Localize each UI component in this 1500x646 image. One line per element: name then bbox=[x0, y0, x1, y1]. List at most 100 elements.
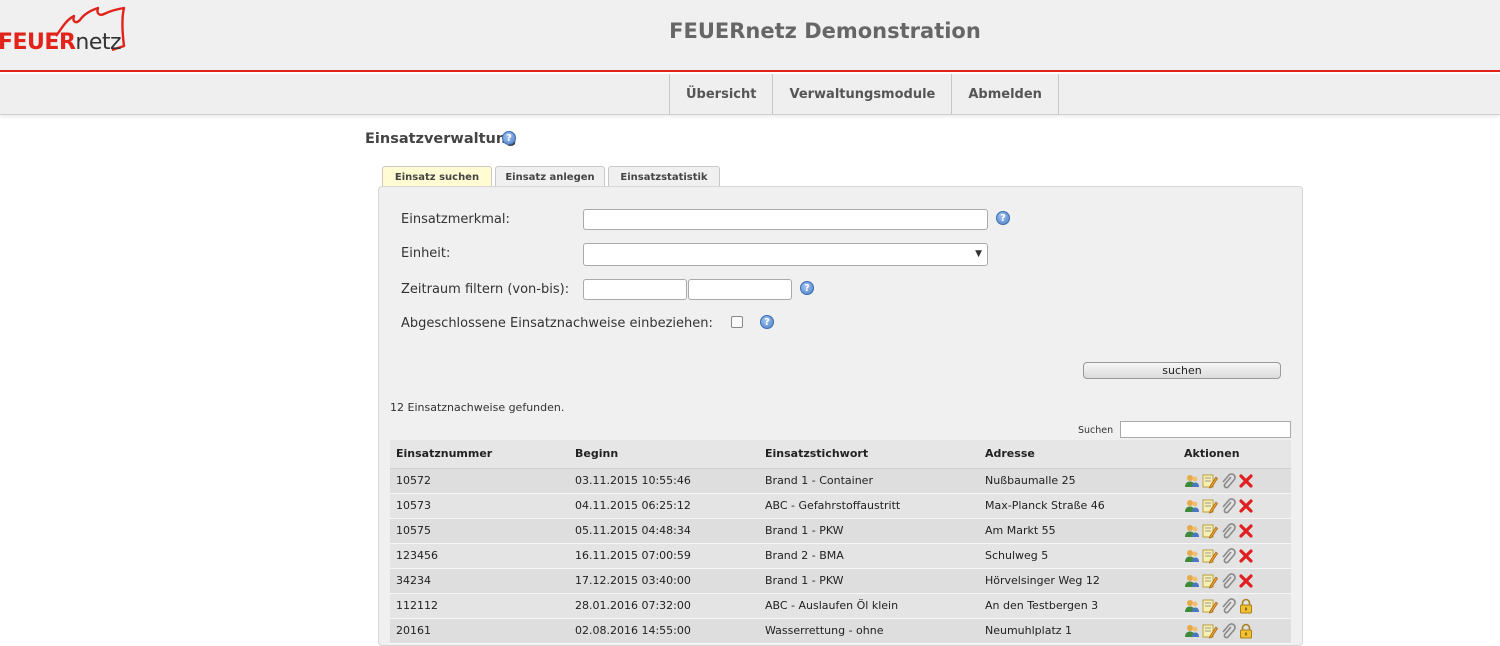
abgeschlossen-label: Abgeschlossene Einsatznachweise einbezie… bbox=[401, 316, 713, 331]
attachment-icon[interactable] bbox=[1220, 472, 1236, 489]
cell-einsatznummer: 10572 bbox=[390, 468, 569, 494]
einsatzmerkmal-label: Einsatzmerkmal: bbox=[401, 212, 510, 227]
delete-icon[interactable] bbox=[1238, 573, 1254, 589]
cell-aktionen bbox=[1178, 493, 1291, 519]
assign-personnel-icon[interactable] bbox=[1184, 473, 1200, 489]
edit-icon[interactable] bbox=[1202, 523, 1218, 539]
result-count: 12 Einsatznachweise gefunden. bbox=[390, 401, 565, 414]
cell-beginn: 05.11.2015 04:48:34 bbox=[569, 518, 759, 544]
tab-bar: Einsatz suchen Einsatz anlegen Einsatzst… bbox=[382, 166, 720, 187]
edit-icon[interactable] bbox=[1202, 548, 1218, 564]
nav-item-abmelden[interactable]: Abmelden bbox=[952, 74, 1059, 114]
einheit-label: Einheit: bbox=[401, 246, 451, 261]
cell-einsatzstichwort: Brand 2 - BMA bbox=[759, 543, 979, 569]
cell-beginn: 04.11.2015 06:25:12 bbox=[569, 493, 759, 519]
tab-einsatz-suchen[interactable]: Einsatz suchen bbox=[382, 166, 492, 187]
cell-aktionen bbox=[1178, 618, 1291, 644]
cell-adresse: Hörvelsinger Weg 12 bbox=[979, 568, 1178, 594]
attachment-icon[interactable] bbox=[1220, 497, 1236, 514]
column-header-aktionen: Aktionen bbox=[1178, 440, 1291, 469]
cell-einsatzstichwort: Brand 1 - PKW bbox=[759, 518, 979, 544]
nav-list: Übersicht Verwaltungsmodule Abmelden bbox=[669, 74, 1059, 114]
column-header-einsatznummer[interactable]: Einsatznummer bbox=[390, 440, 569, 469]
cell-adresse: Schulweg 5 bbox=[979, 543, 1178, 569]
help-icon[interactable]: ? bbox=[800, 281, 814, 295]
table-row[interactable]: 34234 17.12.2015 03:40:00 Brand 1 - PKW Hör… bbox=[390, 568, 1291, 594]
cell-adresse: Nußbaumalle 25 bbox=[979, 468, 1178, 494]
cell-beginn: 28.01.2016 07:32:00 bbox=[569, 593, 759, 619]
edit-icon[interactable] bbox=[1202, 573, 1218, 589]
header: FEUERnetz FEUERnetz Demonstration bbox=[0, 0, 1500, 72]
table-search-label: Suchen bbox=[1078, 425, 1114, 436]
help-icon[interactable]: ? bbox=[502, 131, 516, 145]
cell-adresse: Am Markt 55 bbox=[979, 518, 1178, 544]
edit-icon[interactable] bbox=[1202, 498, 1218, 514]
table-row[interactable]: 112112 28.01.2016 07:32:00 ABC - Auslaufen… bbox=[390, 593, 1291, 619]
column-header-beginn[interactable]: Beginn bbox=[569, 440, 759, 469]
attachment-icon[interactable] bbox=[1220, 622, 1236, 639]
table-row[interactable]: 10575 05.11.2015 04:48:34 Brand 1 - PKW Am … bbox=[390, 518, 1291, 544]
assign-personnel-icon[interactable] bbox=[1184, 523, 1200, 539]
cell-einsatzstichwort: Brand 1 - PKW bbox=[759, 568, 979, 594]
table-row[interactable]: 10572 03.11.2015 10:55:46 Brand 1 - Contai… bbox=[390, 468, 1291, 494]
cell-einsatzstichwort: Wasserrettung - ohne bbox=[759, 618, 979, 644]
cell-adresse: An den Testbergen 3 bbox=[979, 593, 1178, 619]
delete-icon[interactable] bbox=[1238, 473, 1254, 489]
cell-adresse: Neumuhlplatz 1 bbox=[979, 618, 1178, 644]
cell-einsatznummer: 10573 bbox=[390, 493, 569, 519]
zeitraum-von-input[interactable] bbox=[583, 279, 687, 300]
site-title: FEUERnetz Demonstration bbox=[669, 19, 981, 43]
cell-einsatznummer: 34234 bbox=[390, 568, 569, 594]
edit-icon[interactable] bbox=[1202, 473, 1218, 489]
cell-aktionen bbox=[1178, 468, 1291, 494]
results-table: Einsatznummer Beginn Einsatzstichwort Ad… bbox=[390, 440, 1291, 644]
attachment-icon[interactable] bbox=[1220, 597, 1236, 614]
column-header-adresse[interactable]: Adresse bbox=[979, 440, 1178, 469]
zeitraum-bis-input[interactable] bbox=[688, 279, 792, 300]
einsatzmerkmal-input[interactable] bbox=[583, 209, 988, 230]
delete-icon[interactable] bbox=[1238, 548, 1254, 564]
nav-item-uebersicht[interactable]: Übersicht bbox=[670, 74, 774, 114]
zeitraum-label: Zeitraum filtern (von-bis): bbox=[401, 282, 570, 297]
column-header-einsatzstichwort[interactable]: Einsatzstichwort bbox=[759, 440, 979, 469]
edit-icon[interactable] bbox=[1202, 623, 1218, 639]
lock-icon[interactable] bbox=[1238, 623, 1254, 639]
attachment-icon[interactable] bbox=[1220, 547, 1236, 564]
delete-icon[interactable] bbox=[1238, 523, 1254, 539]
search-button[interactable]: suchen bbox=[1083, 362, 1281, 379]
cell-einsatzstichwort: ABC - Gefahrstoffaustritt bbox=[759, 493, 979, 519]
cell-beginn: 17.12.2015 03:40:00 bbox=[569, 568, 759, 594]
table-row[interactable]: 123456 16.11.2015 07:00:59 Brand 2 - BMA Sc… bbox=[390, 543, 1291, 569]
cell-einsatzstichwort: ABC - Auslaufen Öl klein bbox=[759, 593, 979, 619]
attachment-icon[interactable] bbox=[1220, 522, 1236, 539]
help-icon[interactable]: ? bbox=[996, 211, 1010, 225]
cell-einsatznummer: 10575 bbox=[390, 518, 569, 544]
attachment-icon[interactable] bbox=[1220, 572, 1236, 589]
table-row[interactable]: 10573 04.11.2015 06:25:12 ABC - Gefahrstof… bbox=[390, 493, 1291, 519]
main-navigation: Übersicht Verwaltungsmodule Abmelden bbox=[0, 74, 1500, 115]
cell-einsatznummer: 112112 bbox=[390, 593, 569, 619]
abgeschlossen-checkbox[interactable] bbox=[731, 316, 743, 328]
tab-einsatzstatistik[interactable]: Einsatzstatistik bbox=[608, 166, 720, 187]
table-search-input[interactable] bbox=[1120, 421, 1291, 438]
edit-icon[interactable] bbox=[1202, 598, 1218, 614]
assign-personnel-icon[interactable] bbox=[1184, 548, 1200, 564]
assign-personnel-icon[interactable] bbox=[1184, 623, 1200, 639]
nav-item-verwaltungsmodule[interactable]: Verwaltungsmodule bbox=[773, 74, 953, 114]
cell-aktionen bbox=[1178, 593, 1291, 619]
tab-einsatz-anlegen[interactable]: Einsatz anlegen bbox=[495, 166, 605, 187]
assign-personnel-icon[interactable] bbox=[1184, 498, 1200, 514]
table-header-row: Einsatznummer Beginn Einsatzstichwort Ad… bbox=[390, 440, 1291, 469]
table-row[interactable]: 20161 02.08.2016 14:55:00 Wasserrettung - … bbox=[390, 618, 1291, 644]
assign-personnel-icon[interactable] bbox=[1184, 598, 1200, 614]
cell-aktionen bbox=[1178, 568, 1291, 594]
cell-einsatznummer: 20161 bbox=[390, 618, 569, 644]
einheit-select[interactable]: ▼ bbox=[583, 243, 988, 266]
cell-einsatznummer: 123456 bbox=[390, 543, 569, 569]
cell-einsatzstichwort: Brand 1 - Container bbox=[759, 468, 979, 494]
cell-beginn: 03.11.2015 10:55:46 bbox=[569, 468, 759, 494]
assign-personnel-icon[interactable] bbox=[1184, 573, 1200, 589]
lock-icon[interactable] bbox=[1238, 598, 1254, 614]
help-icon[interactable]: ? bbox=[760, 315, 774, 329]
delete-icon[interactable] bbox=[1238, 498, 1254, 514]
